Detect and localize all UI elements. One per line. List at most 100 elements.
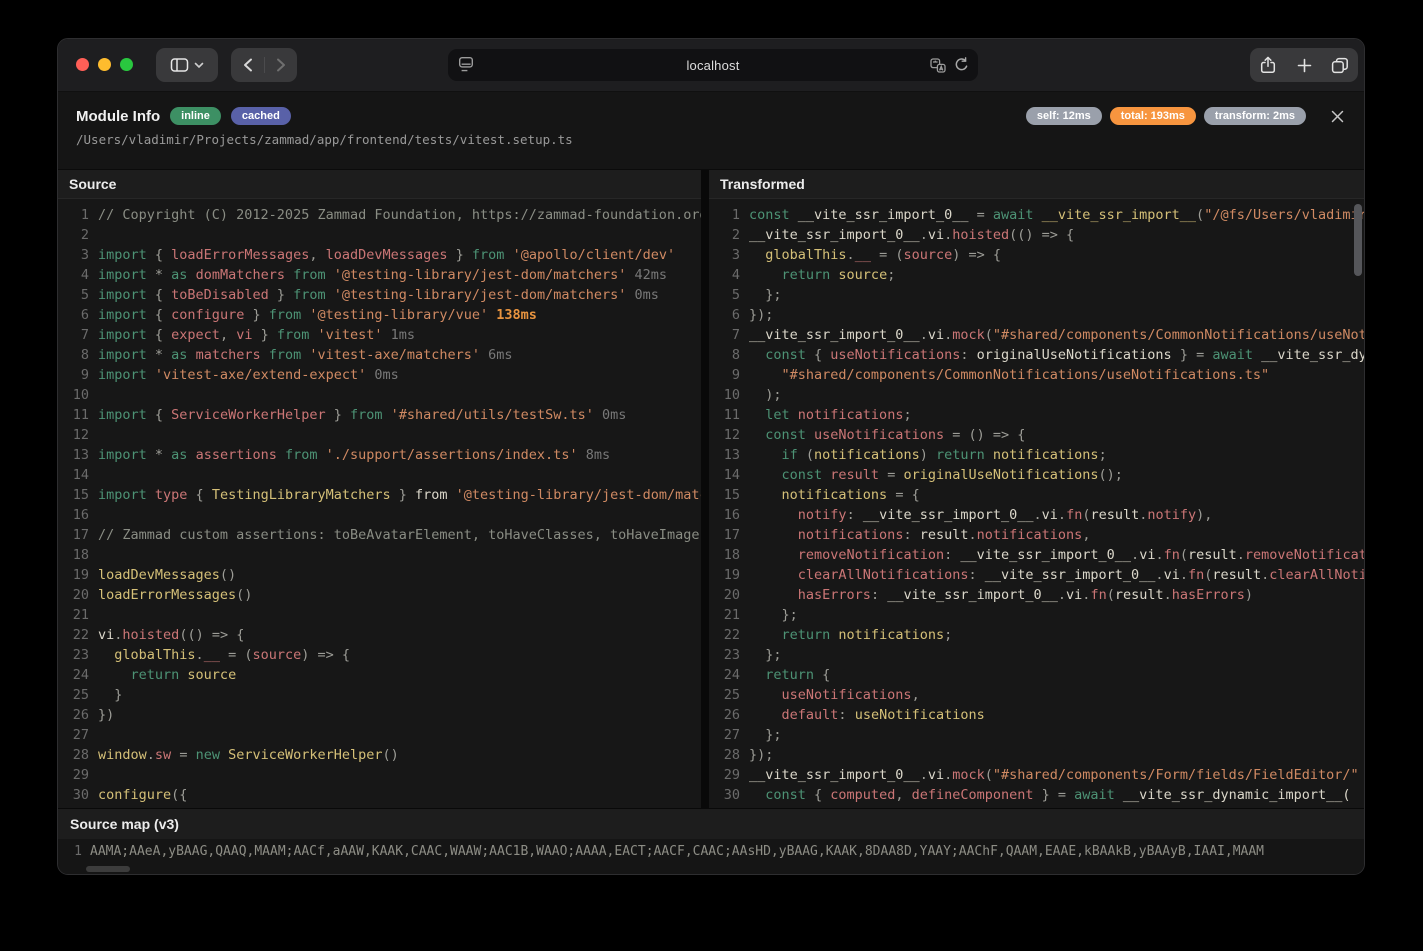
module-path: /Users/vladimir/Projects/zammad/app/fron… <box>76 132 1346 147</box>
transformed-panel: Transformed 1const __vite_ssr_import_0__… <box>709 170 1364 808</box>
code-line: 30 const { computed, defineComponent } =… <box>709 785 1364 805</box>
module-badge: cached <box>231 107 291 125</box>
traffic-lights <box>76 58 133 71</box>
source-code: 1// Copyright (C) 2012-2025 Zammad Found… <box>58 199 701 808</box>
code-line: 18 removeNotification: __vite_ssr_import… <box>709 545 1364 565</box>
source-panel: Source 1// Copyright (C) 2012-2025 Zamma… <box>58 170 701 808</box>
sourcemap-title: Source map (v3) <box>58 808 1364 839</box>
forward-button[interactable] <box>265 48 297 82</box>
code-line: 7__vite_ssr_import_0__.vi.mock("#shared/… <box>709 325 1364 345</box>
module-badges: inline cached <box>160 107 291 125</box>
module-badge: inline <box>170 107 221 125</box>
sourcemap-line-number: 1 <box>58 842 90 862</box>
code-line: 6}); <box>709 305 1364 325</box>
code-line: 15 notifications = { <box>709 485 1364 505</box>
code-line: 3 globalThis.__ = (source) => { <box>709 245 1364 265</box>
code-line: 8 const { useNotifications: originalUseN… <box>709 345 1364 365</box>
code-line: 14 const result = originalUseNotificatio… <box>709 465 1364 485</box>
sourcemap-section: Source map (v3) 1 AAMA;AAeA,yBAAG,QAAQ,M… <box>58 808 1364 874</box>
code-line: 8import * as matchers from 'vitest-axe/m… <box>58 345 701 365</box>
scrollbar-thumb[interactable] <box>86 866 130 872</box>
timing-badges: self: 12ms total: 193ms transform: 2ms <box>1018 107 1306 125</box>
code-line: 9import 'vitest-axe/extend-expect' 0ms <box>58 365 701 385</box>
code-line: 23 globalThis.__ = (source) => { <box>58 645 701 665</box>
code-line: 12 const useNotifications = () => { <box>709 425 1364 445</box>
code-panels: Source 1// Copyright (C) 2012-2025 Zamma… <box>58 170 1364 808</box>
code-line: 19 clearAllNotifications: __vite_ssr_imp… <box>709 565 1364 585</box>
code-line: 20loadErrorMessages() <box>58 585 701 605</box>
code-line: 6import { configure } from '@testing-lib… <box>58 305 701 325</box>
code-line: 22vi.hoisted(() => { <box>58 625 701 645</box>
code-line: 10 ); <box>709 385 1364 405</box>
scrollbar-thumb[interactable] <box>1354 204 1362 276</box>
code-line: 13 if (notifications) return notificatio… <box>709 445 1364 465</box>
traffic-light-close[interactable] <box>76 58 89 71</box>
sourcemap-line: 1 AAMA;AAeA,yBAAG,QAAQ,MAAM;AACf,aAAW,KA… <box>58 839 1364 862</box>
code-line: 28window.sw = new ServiceWorkerHelper() <box>58 745 701 765</box>
code-line: 25 useNotifications, <box>709 685 1364 705</box>
code-line: 7import { expect, vi } from 'vitest' 1ms <box>58 325 701 345</box>
translate-icon[interactable] <box>930 58 946 73</box>
sidebar-toggle-button[interactable] <box>156 48 218 82</box>
code-line: 22 return notifications; <box>709 625 1364 645</box>
code-line: 21 }; <box>709 605 1364 625</box>
horizontal-scrollbar[interactable] <box>58 866 1364 872</box>
source-panel-title: Source <box>58 170 701 199</box>
module-info-header: Module Info inline cached self: 12ms total… <box>58 92 1364 170</box>
code-line: 26 default: useNotifications <box>709 705 1364 725</box>
close-button[interactable] <box>1328 107 1346 125</box>
tab-overview-button[interactable] <box>1322 48 1358 82</box>
code-line: 4import * as domMatchers from '@testing-… <box>58 265 701 285</box>
code-line: 30configure({ <box>58 785 701 805</box>
code-line: 14 <box>58 465 701 485</box>
code-line: 26}) <box>58 705 701 725</box>
vertical-scrollbar[interactable] <box>1354 202 1362 804</box>
code-line: 11import { ServiceWorkerHelper } from '#… <box>58 405 701 425</box>
timing-badge: transform: 2ms <box>1204 107 1306 125</box>
code-line: 17 notifications: result.notifications, <box>709 525 1364 545</box>
toolbar-actions <box>1250 48 1358 82</box>
sourcemap-mappings: AAMA;AAeA,yBAAG,QAAQ,MAAM;AACf,aAAW,KAAK… <box>90 842 1364 862</box>
code-line: 17// Zammad custom assertions: toBeAvata… <box>58 525 701 545</box>
code-line: 19loadDevMessages() <box>58 565 701 585</box>
code-line: 28}); <box>709 745 1364 765</box>
reload-icon[interactable] <box>954 57 969 73</box>
code-line: 21 <box>58 605 701 625</box>
code-line: 24 return source <box>58 665 701 685</box>
code-line: 11 let notifications; <box>709 405 1364 425</box>
code-line: 27 }; <box>709 725 1364 745</box>
code-line: 16 notify: __vite_ssr_import_0__.vi.fn(r… <box>709 505 1364 525</box>
browser-window: localhost <box>57 38 1365 875</box>
back-button[interactable] <box>232 48 264 82</box>
transformed-code: 1const __vite_ssr_import_0__ = await __v… <box>709 199 1364 808</box>
address-bar[interactable]: localhost <box>448 49 978 81</box>
code-line: 23 }; <box>709 645 1364 665</box>
new-tab-button[interactable] <box>1286 48 1322 82</box>
traffic-light-minimize[interactable] <box>98 58 111 71</box>
code-line: 1const __vite_ssr_import_0__ = await __v… <box>709 205 1364 225</box>
code-line: 20 hasErrors: __vite_ssr_import_0__.vi.f… <box>709 585 1364 605</box>
timing-badge: self: 12ms <box>1026 107 1102 125</box>
browser-toolbar: localhost <box>58 39 1364 92</box>
nav-buttons <box>231 48 297 82</box>
sidebar-icon <box>170 57 189 73</box>
traffic-light-zoom[interactable] <box>120 58 133 71</box>
timing-badge: total: 193ms <box>1110 107 1196 125</box>
code-line: 2 <box>58 225 701 245</box>
code-line: 27 <box>58 725 701 745</box>
code-line: 24 return { <box>709 665 1364 685</box>
page-title: Module Info <box>76 108 160 125</box>
code-line: 29 <box>58 765 701 785</box>
code-line: 12 <box>58 425 701 445</box>
share-button[interactable] <box>1250 48 1286 82</box>
code-line: 5import { toBeDisabled } from '@testing-… <box>58 285 701 305</box>
transformed-panel-title: Transformed <box>709 170 1364 199</box>
code-line: 13import * as assertions from './support… <box>58 445 701 465</box>
code-line: 18 <box>58 545 701 565</box>
code-line: 4 return source; <box>709 265 1364 285</box>
chevron-down-icon <box>194 62 204 69</box>
code-line: 15import type { TestingLibraryMatchers }… <box>58 485 701 505</box>
code-line: 29__vite_ssr_import_0__.vi.mock("#shared… <box>709 765 1364 785</box>
reader-mode-icon[interactable] <box>458 56 474 73</box>
code-line: 9 "#shared/components/CommonNotification… <box>709 365 1364 385</box>
